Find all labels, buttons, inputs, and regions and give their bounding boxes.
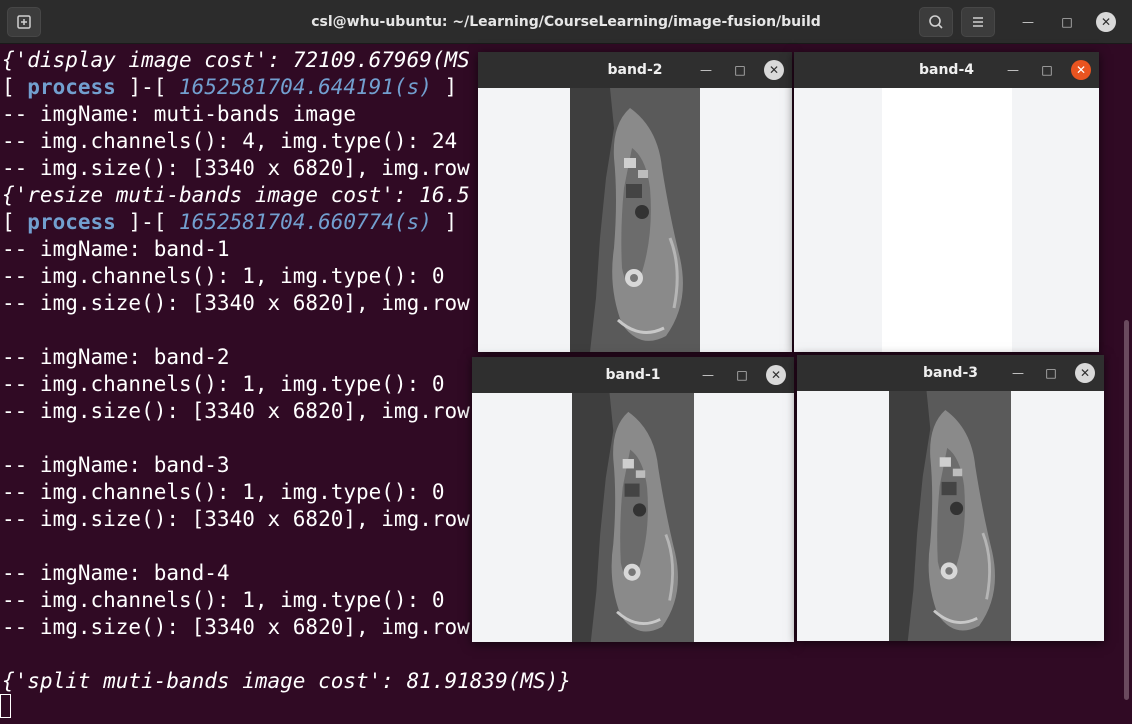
window-titlebar[interactable]: band-4 — □ ✕ [794, 52, 1099, 88]
minimize-icon[interactable]: — [1018, 12, 1038, 32]
terminal-line: -- img.size(): [3340 x 6820], img.row [2, 507, 470, 531]
terminal-line: -- imgName: band-2 [2, 345, 230, 369]
window-titlebar[interactable]: band-1 — □ ✕ [472, 357, 794, 393]
close-icon[interactable]: ✕ [764, 60, 784, 80]
terminal-scrollbar[interactable] [1124, 320, 1129, 700]
terminal-line: [ process ]-[ 1652581704.644191(s) ] [2, 75, 458, 99]
terminal-line: -- img.size(): [3340 x 6820], img.row [2, 615, 470, 639]
close-icon[interactable]: ✕ [1096, 12, 1116, 32]
search-button[interactable] [919, 7, 953, 37]
minimize-icon[interactable]: — [1009, 364, 1027, 382]
terminal-titlebar: csl@whu-ubuntu: ~/Learning/CourseLearnin… [0, 0, 1132, 44]
image-canvas [797, 391, 1104, 641]
minimize-icon[interactable]: — [699, 366, 717, 384]
close-icon[interactable]: ✕ [1075, 363, 1095, 383]
terminal-line: -- img.channels(): 4, img.type(): 24 [2, 129, 458, 153]
minimize-icon[interactable]: — [1004, 61, 1022, 79]
terminal-cursor [0, 694, 11, 718]
band-1-window[interactable]: band-1 — □ ✕ [472, 357, 794, 642]
band-image [889, 391, 1011, 641]
terminal-line: -- img.size(): [3340 x 6820], img.row [2, 399, 470, 423]
window-titlebar[interactable]: band-3 — □ ✕ [797, 355, 1104, 391]
maximize-icon[interactable]: □ [1057, 12, 1077, 32]
band-image [570, 88, 700, 352]
maximize-icon[interactable]: □ [733, 366, 751, 384]
search-icon [929, 15, 943, 29]
terminal-line: {'display image cost': 72109.67969(MS [2, 48, 470, 72]
terminal-line: {'split muti-bands image cost': 81.91839… [2, 669, 571, 693]
hamburger-menu-icon [973, 17, 983, 27]
terminal-line: -- img.channels(): 1, img.type(): 0 [2, 480, 445, 504]
terminal-line: -- img.size(): [3340 x 6820], img.row [2, 156, 470, 180]
terminal-line: -- img.channels(): 1, img.type(): 0 [2, 264, 445, 288]
maximize-icon[interactable]: □ [1038, 61, 1056, 79]
terminal-line: -- img.channels(): 1, img.type(): 0 [2, 588, 445, 612]
terminal-line: -- img.size(): [3340 x 6820], img.row [2, 291, 470, 315]
close-icon[interactable]: ✕ [766, 365, 786, 385]
aerial-image [889, 391, 1011, 641]
band-image [882, 88, 1012, 352]
image-canvas [794, 88, 1099, 352]
terminal-line: {'resize muti-bands image cost': 16.5 [2, 183, 470, 207]
maximize-icon[interactable]: □ [1042, 364, 1060, 382]
window-titlebar[interactable]: band-2 — □ ✕ [478, 52, 792, 88]
maximize-icon[interactable]: □ [731, 61, 749, 79]
band-image [572, 393, 694, 642]
terminal-line: -- imgName: band-4 [2, 561, 230, 585]
terminal-line: [ process ]-[ 1652581704.660774(s) ] [2, 210, 458, 234]
terminal-line: -- imgName: band-3 [2, 453, 230, 477]
aerial-image [572, 393, 694, 642]
minimize-icon[interactable]: — [697, 61, 715, 79]
terminal-line: -- img.channels(): 1, img.type(): 0 [2, 372, 445, 396]
image-canvas [472, 393, 794, 642]
menu-button[interactable] [961, 7, 995, 37]
band-4-window[interactable]: band-4 — □ ✕ [794, 52, 1099, 352]
terminal-line: -- imgName: band-1 [2, 237, 230, 261]
image-canvas [478, 88, 792, 352]
band-2-window[interactable]: band-2 — □ ✕ [478, 52, 792, 352]
terminal-line: -- imgName: muti-bands image [2, 102, 357, 126]
band-3-window[interactable]: band-3 — □ ✕ [797, 355, 1104, 641]
aerial-image [570, 88, 700, 352]
close-icon[interactable]: ✕ [1071, 60, 1091, 80]
